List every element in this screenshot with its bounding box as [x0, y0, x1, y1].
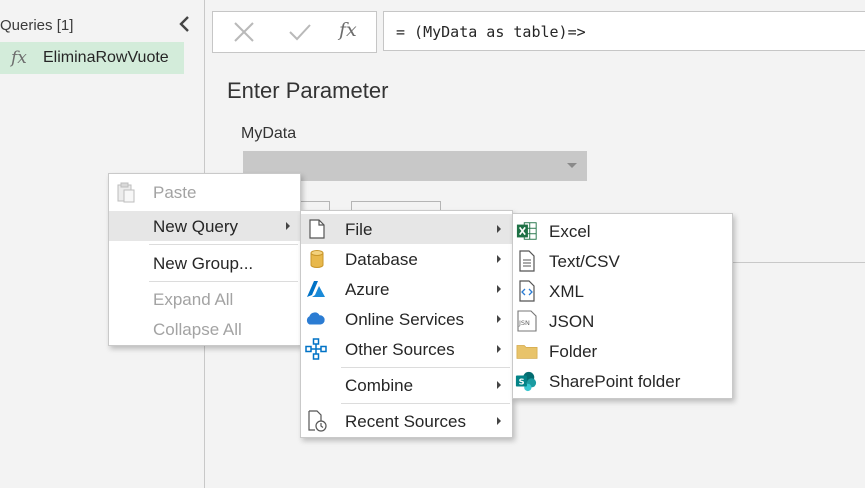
submenu-arrow-icon [497, 345, 501, 353]
cancel-x-icon[interactable] [231, 20, 257, 44]
excel-icon [516, 222, 537, 240]
menu-item-excel[interactable]: Excel [513, 216, 732, 246]
text-csv-icon [519, 250, 535, 272]
xml-icon [519, 280, 535, 302]
clipboard-icon [117, 182, 135, 203]
menu-label-online-services: Online Services [345, 310, 465, 329]
menu-label-xml: XML [549, 282, 584, 301]
formula-text: = (MyData as table)=> [396, 23, 586, 41]
file-icon [309, 219, 325, 239]
menu-label-recent-sources: Recent Sources [345, 412, 466, 431]
menu-label-combine: Combine [345, 376, 414, 395]
menu-item-new-query[interactable]: New Query [109, 211, 300, 241]
menu-separator [341, 367, 510, 368]
submenu-arrow-icon [497, 315, 501, 323]
context-menu: Paste New Query New Group... Expand All … [108, 173, 301, 346]
menu-label-paste: Paste [153, 183, 197, 202]
menu-item-xml[interactable]: XML [513, 276, 732, 306]
json-icon: JSN [517, 310, 537, 332]
menu-label-azure: Azure [345, 280, 390, 299]
menu-label-sharepoint-folder: SharePoint folder [549, 372, 681, 391]
menu-item-paste[interactable]: Paste [109, 177, 300, 207]
menu-item-folder[interactable]: Folder [513, 336, 732, 366]
submenu-arrow-icon [497, 285, 501, 293]
submenu-arrow-icon [286, 222, 290, 230]
menu-item-expand-all[interactable]: Expand All [109, 284, 300, 314]
recent-sources-icon [308, 410, 327, 432]
submenu-arrow-icon [497, 225, 501, 233]
menu-separator [341, 403, 510, 404]
formula-input[interactable]: = (MyData as table)=> [383, 11, 865, 51]
menu-label-new-group: New Group... [153, 254, 254, 273]
menu-label-collapse-all: Collapse All [153, 320, 242, 339]
azure-icon [307, 281, 325, 297]
menu-label-folder: Folder [549, 342, 598, 361]
database-icon [310, 250, 324, 268]
menu-item-combine[interactable]: Combine [301, 370, 512, 400]
menu-label-new-query: New Query [153, 217, 239, 236]
queries-header: Queries [1] [0, 17, 74, 34]
file-submenu: Excel Text/CSV XML JSN JSON Folder S Sha… [512, 213, 733, 399]
new-query-submenu: File Database Azure Online Services Othe… [300, 210, 513, 438]
menu-separator [149, 281, 298, 282]
other-sources-icon [305, 338, 327, 360]
menu-item-other-sources[interactable]: Other Sources [301, 334, 512, 364]
menu-item-recent-sources[interactable]: Recent Sources [301, 406, 512, 436]
parameter-title: Enter Parameter [227, 78, 389, 103]
parameter-label: MyData [241, 125, 297, 142]
menu-item-collapse-all[interactable]: Collapse All [109, 314, 300, 344]
submenu-arrow-icon [497, 417, 501, 425]
menu-item-database[interactable]: Database [301, 244, 512, 274]
menu-item-json[interactable]: JSN JSON [513, 306, 732, 336]
menu-label-excel: Excel [549, 222, 591, 241]
submenu-arrow-icon [497, 255, 501, 263]
svg-text:JSN: JSN [518, 319, 530, 327]
function-icon: fx [11, 48, 27, 68]
menu-item-azure[interactable]: Azure [301, 274, 512, 304]
menu-separator [149, 244, 298, 245]
menu-label-expand-all: Expand All [153, 290, 234, 309]
formula-buttons: fx [212, 11, 377, 53]
commit-check-icon[interactable] [287, 20, 313, 44]
insert-function-icon[interactable]: fx [339, 19, 357, 41]
menu-item-sharepoint-folder[interactable]: S SharePoint folder [513, 366, 732, 396]
collapse-pane-chevron-icon[interactable] [176, 14, 194, 34]
sharepoint-icon: S [515, 371, 537, 392]
folder-icon [516, 345, 538, 359]
query-name: EliminaRowVuote [43, 49, 169, 66]
menu-label-text-csv: Text/CSV [549, 252, 620, 271]
menu-item-file[interactable]: File [301, 214, 512, 244]
svg-text:S: S [519, 377, 525, 387]
menu-item-online-services[interactable]: Online Services [301, 304, 512, 334]
menu-label-other-sources: Other Sources [345, 340, 455, 359]
menu-item-text-csv[interactable]: Text/CSV [513, 246, 732, 276]
submenu-arrow-icon [497, 381, 501, 389]
query-item[interactable]: fx EliminaRowVuote [0, 42, 184, 74]
dropdown-arrow-icon [567, 163, 577, 168]
cloud-icon [306, 312, 325, 325]
menu-item-new-group[interactable]: New Group... [109, 248, 300, 278]
menu-label-database: Database [345, 250, 418, 269]
menu-label-json: JSON [549, 312, 595, 331]
menu-label-file: File [345, 220, 373, 239]
